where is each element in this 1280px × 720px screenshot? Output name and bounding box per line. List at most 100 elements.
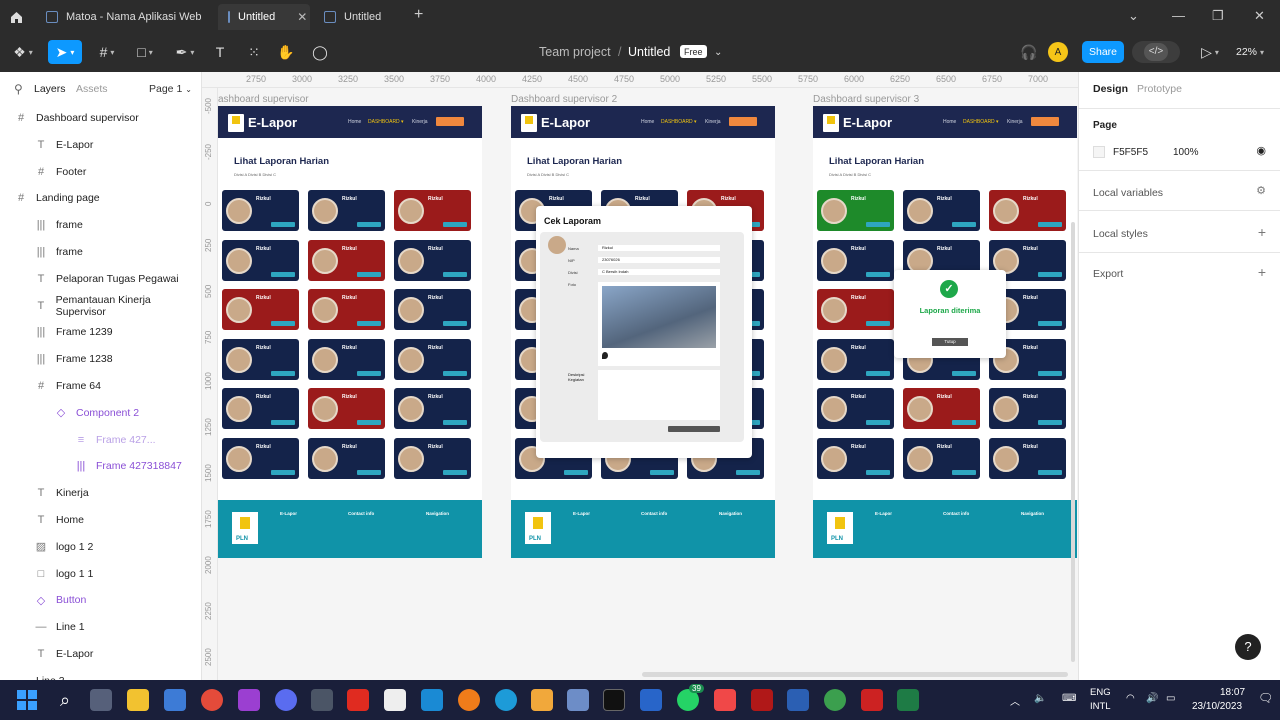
headphones-icon[interactable]: 🎧 bbox=[1020, 40, 1038, 64]
battery-icon[interactable]: ▭ bbox=[1166, 693, 1175, 704]
resources-icon[interactable]: ⁙ bbox=[244, 40, 264, 64]
vpn-icon[interactable] bbox=[640, 689, 662, 711]
eye-icon[interactable]: ◉ bbox=[1256, 144, 1266, 157]
pen-tool-icon[interactable]: ✒ ▾ bbox=[170, 40, 200, 64]
figma-icon[interactable] bbox=[603, 689, 625, 711]
volume-muted-icon[interactable]: 🔈 bbox=[1034, 693, 1046, 704]
frame-label[interactable]: Dashboard supervisor 2 bbox=[511, 94, 617, 105]
layer-item[interactable]: ||| Frame 427318847 bbox=[0, 453, 200, 479]
page-color-value[interactable]: F5F5F5 bbox=[1113, 147, 1148, 158]
report-card[interactable]: Rizkul bbox=[222, 289, 299, 330]
report-card[interactable]: Rizkul bbox=[817, 437, 894, 479]
inkscape-icon[interactable] bbox=[384, 689, 406, 711]
vscode-icon[interactable] bbox=[421, 689, 443, 711]
file-explorer-icon[interactable] bbox=[127, 689, 149, 711]
layer-item[interactable]: T Kinerja bbox=[0, 480, 200, 506]
page-opacity[interactable]: 100% bbox=[1173, 147, 1199, 158]
language-layout[interactable]: INTL bbox=[1090, 701, 1111, 712]
tab-design[interactable]: Design bbox=[1093, 83, 1128, 95]
horizontal-scrollbar[interactable] bbox=[642, 672, 1068, 677]
clock-date[interactable]: 23/10/2023 bbox=[1192, 701, 1242, 712]
app-icon[interactable] bbox=[714, 689, 736, 711]
frame-tool-icon[interactable]: # ▾ bbox=[92, 40, 122, 64]
report-card[interactable]: Rizkul bbox=[308, 388, 385, 429]
page-color-swatch[interactable] bbox=[1093, 146, 1105, 158]
search-icon[interactable]: ⌕ bbox=[54, 689, 76, 711]
report-card[interactable]: Rizkul bbox=[222, 388, 299, 429]
search-icon[interactable]: ⚲ bbox=[14, 82, 23, 96]
layer-item[interactable]: T Pemantauan Kinerja Supervisor bbox=[0, 293, 200, 319]
report-card[interactable]: Rizkul bbox=[394, 190, 471, 231]
keyboard-icon[interactable]: ⌨ bbox=[1062, 693, 1076, 704]
report-card[interactable]: Rizkul bbox=[817, 239, 894, 281]
layer-item[interactable]: ◇ Component 2 bbox=[0, 400, 200, 426]
vertical-scrollbar[interactable] bbox=[1071, 222, 1075, 662]
dashboard-frame[interactable]: E-Lapor Home DASHBOARD ▾ Kinerja Lihat Lapor… bbox=[218, 106, 482, 558]
report-card[interactable]: Rizkul bbox=[394, 338, 471, 380]
tab-untitled-active[interactable]: Untitled ✕ bbox=[218, 4, 310, 30]
wifi-icon[interactable]: ◠ bbox=[1126, 693, 1135, 704]
volume-icon[interactable]: 🔊 bbox=[1146, 693, 1158, 704]
add-style-plus-icon[interactable]: + bbox=[1258, 224, 1266, 240]
layer-item[interactable]: — Line 1 bbox=[0, 614, 200, 640]
tab-prototype[interactable]: Prototype bbox=[1137, 83, 1182, 95]
report-card[interactable]: Rizkul bbox=[222, 190, 299, 231]
restore-icon[interactable]: ❐ bbox=[1212, 8, 1224, 24]
report-card[interactable]: Rizkul bbox=[394, 437, 471, 479]
page-selector[interactable]: Page 1 ⌄ bbox=[149, 83, 192, 95]
team-name[interactable]: Team project bbox=[539, 40, 611, 64]
report-card[interactable]: Rizkul bbox=[222, 437, 299, 479]
file-name[interactable]: Untitled bbox=[628, 40, 670, 64]
youtube-icon[interactable] bbox=[347, 689, 369, 711]
zoom-level[interactable]: 22% ▾ bbox=[1236, 40, 1264, 64]
present-play-icon[interactable]: ▷ ▾ bbox=[1196, 40, 1224, 64]
home-icon[interactable] bbox=[2, 4, 32, 30]
report-card[interactable]: Rizkul bbox=[222, 338, 299, 380]
report-card[interactable]: Rizkul bbox=[817, 190, 894, 231]
report-card[interactable]: Rizkul bbox=[308, 239, 385, 281]
add-export-plus-icon[interactable]: + bbox=[1258, 264, 1266, 280]
report-card[interactable]: Rizkul bbox=[308, 190, 385, 231]
report-card[interactable]: Rizkul bbox=[989, 190, 1066, 231]
text-tool-icon[interactable]: T bbox=[210, 40, 230, 64]
report-card[interactable]: Rizkul bbox=[308, 289, 385, 330]
layer-item[interactable]: ▨ logo 1 2 bbox=[0, 534, 200, 560]
app-icon[interactable] bbox=[861, 689, 883, 711]
close-button[interactable]: Tutup bbox=[932, 338, 968, 346]
layer-item[interactable]: ◇ Button bbox=[0, 587, 200, 613]
move-tool-icon[interactable]: ➤ ▾ bbox=[48, 40, 82, 64]
close-icon[interactable]: ✕ bbox=[297, 10, 307, 24]
canva-icon[interactable] bbox=[275, 689, 297, 711]
language[interactable]: ENG bbox=[1090, 687, 1111, 698]
tab-untitled[interactable]: Untitled bbox=[314, 4, 391, 30]
chevron-down-icon[interactable]: ⌄ bbox=[714, 40, 722, 64]
layer-item[interactable]: T Home bbox=[0, 507, 200, 533]
report-card[interactable]: Rizkul bbox=[394, 289, 471, 330]
avatar[interactable]: A bbox=[1048, 42, 1068, 62]
layer-item[interactable]: # Footer bbox=[0, 159, 200, 185]
report-card[interactable]: Rizkul bbox=[817, 338, 894, 380]
layer-item[interactable]: T E-Lapor bbox=[0, 641, 200, 667]
layer-item[interactable]: □ logo 1 1 bbox=[0, 561, 200, 587]
layer-item[interactable]: T E-Lapor bbox=[0, 132, 200, 158]
notifications-icon[interactable]: 🗨 bbox=[1258, 691, 1273, 705]
chatgpt-icon[interactable] bbox=[311, 689, 333, 711]
report-card[interactable]: Rizkul bbox=[394, 388, 471, 429]
report-card[interactable]: Rizkul bbox=[308, 338, 385, 380]
report-card[interactable]: Rizkul bbox=[222, 239, 299, 281]
report-card[interactable]: Rizkul bbox=[903, 190, 980, 231]
shape-tool-icon[interactable]: □ ▾ bbox=[130, 40, 160, 64]
local-styles-title[interactable]: Local styles bbox=[1093, 228, 1148, 240]
report-card[interactable]: Rizkul bbox=[903, 388, 980, 429]
frame-label[interactable]: Dashboard supervisor 3 bbox=[813, 94, 919, 105]
minimize-icon[interactable]: — bbox=[1172, 8, 1185, 23]
task-view-icon[interactable] bbox=[90, 689, 112, 711]
frame-label[interactable]: ashboard supervisor bbox=[218, 94, 309, 105]
firefox-icon[interactable] bbox=[458, 689, 480, 711]
windows-start-icon[interactable] bbox=[16, 689, 38, 711]
report-card[interactable]: Rizkul bbox=[308, 437, 385, 479]
tab-matoa[interactable]: Matoa - Nama Aplikasi Web bbox=[36, 4, 212, 30]
tab-assets[interactable]: Assets bbox=[76, 83, 108, 95]
hand-tool-icon[interactable]: ✋ bbox=[276, 40, 296, 64]
report-card[interactable]: Rizkul bbox=[903, 437, 980, 479]
